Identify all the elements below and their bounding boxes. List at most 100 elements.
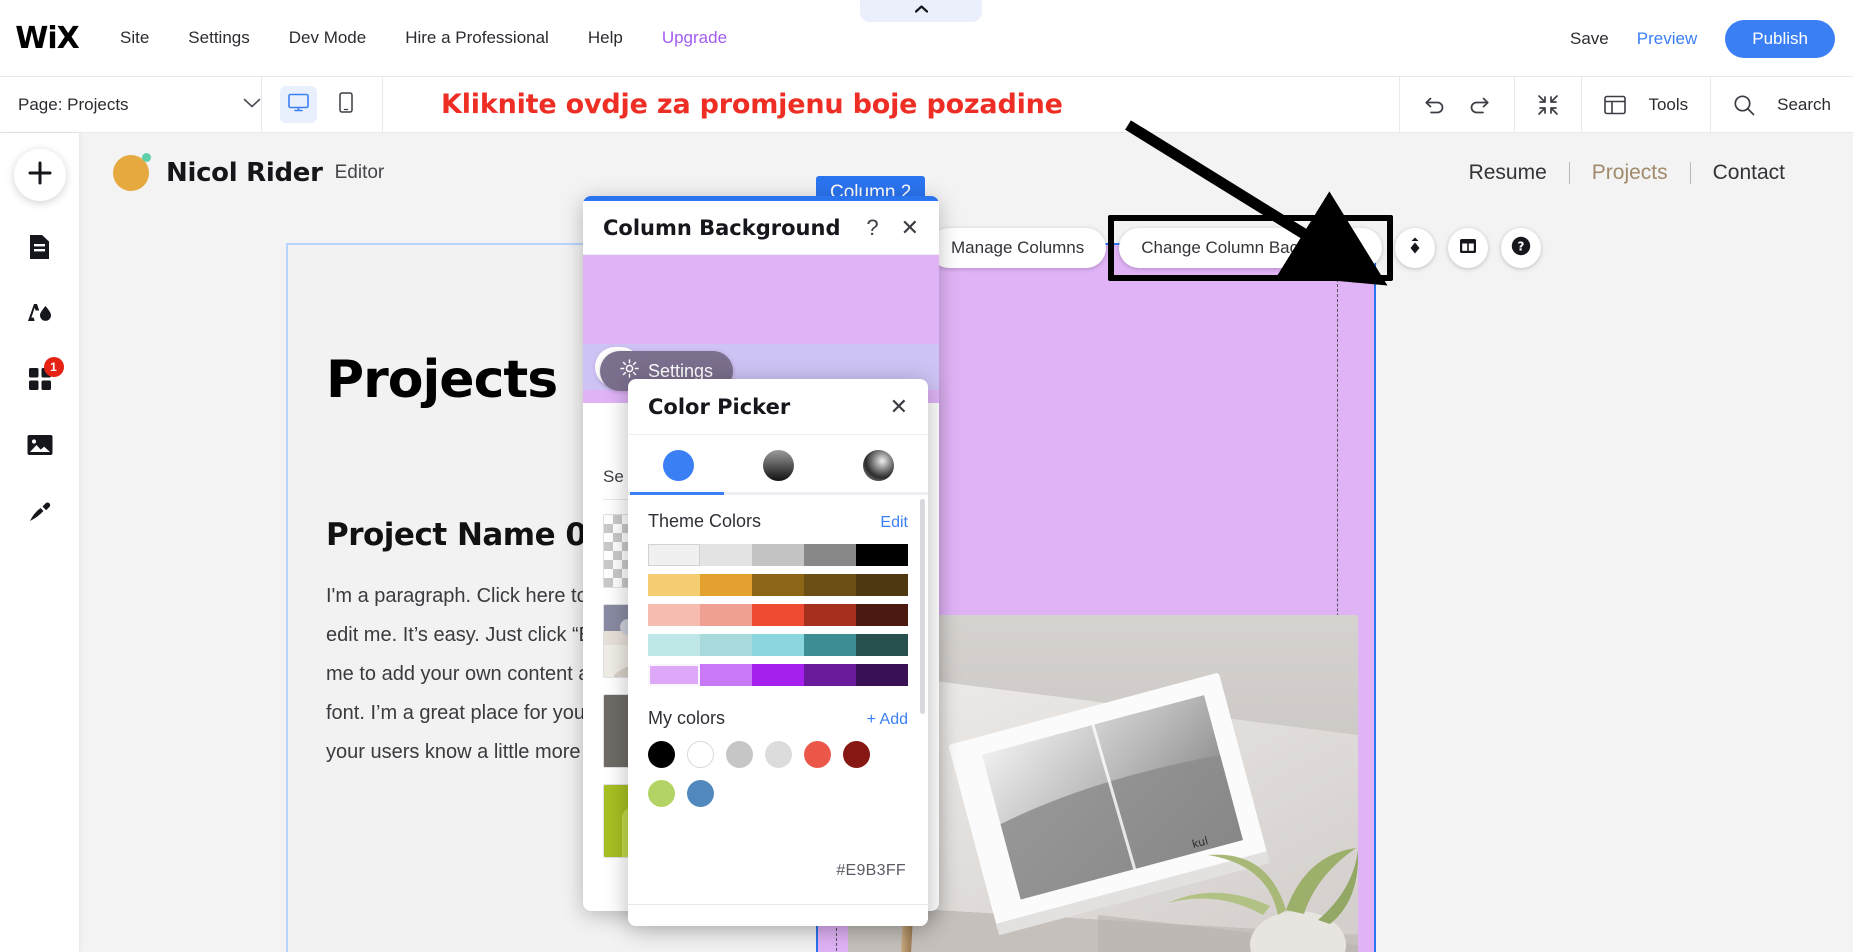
blog-pen-icon [27, 498, 53, 529]
plus-icon [27, 160, 53, 191]
wix-logo[interactable]: WiX [18, 23, 76, 53]
zoom-out-button[interactable] [1514, 77, 1581, 133]
my-color-swatch[interactable] [648, 741, 675, 768]
solid-color-tab[interactable] [628, 435, 728, 495]
theme-color-swatch[interactable] [648, 574, 700, 596]
sidebar-item-apps[interactable]: 1 [14, 355, 66, 407]
sidebar-item-pages[interactable] [14, 223, 66, 275]
my-colors-row: My colors + Add [648, 708, 908, 729]
theme-design-icon [25, 300, 55, 331]
search-button[interactable]: Search [1710, 77, 1853, 133]
tab-underline-active [630, 492, 724, 495]
help-button[interactable]: ? [1501, 228, 1541, 268]
collapse-toolbar-tab[interactable] [860, 0, 982, 22]
my-color-swatch[interactable] [726, 741, 753, 768]
site-nav-projects[interactable]: Projects [1570, 161, 1690, 185]
animation-icon [1405, 235, 1425, 262]
theme-color-swatch[interactable] [752, 664, 804, 686]
theme-color-swatch[interactable] [804, 664, 856, 686]
chevron-down-icon [243, 96, 261, 114]
linear-gradient-swatch-icon [763, 450, 794, 481]
radial-gradient-tab[interactable] [828, 435, 928, 495]
theme-color-swatch[interactable] [700, 574, 752, 596]
theme-color-swatch[interactable] [804, 544, 856, 566]
redo-icon[interactable] [1468, 94, 1492, 116]
add-element-button[interactable] [14, 149, 66, 201]
theme-color-swatch[interactable] [804, 574, 856, 596]
theme-color-swatch[interactable] [856, 574, 908, 596]
site-nav-resume[interactable]: Resume [1447, 161, 1569, 185]
my-colors-add-link[interactable]: + Add [867, 711, 908, 729]
mobile-view-button[interactable] [327, 86, 364, 123]
my-color-swatch[interactable] [843, 741, 870, 768]
theme-color-swatch[interactable] [648, 664, 700, 686]
close-icon[interactable]: ✕ [890, 394, 908, 420]
theme-color-swatch[interactable] [856, 634, 908, 656]
my-color-swatch[interactable] [765, 741, 792, 768]
linear-gradient-tab[interactable] [728, 435, 828, 495]
theme-color-swatch[interactable] [648, 634, 700, 656]
site-nav-contact[interactable]: Contact [1691, 161, 1807, 185]
topnav-item-site[interactable]: Site [120, 28, 149, 48]
color-picker-title: Color Picker [648, 395, 890, 419]
theme-color-swatch[interactable] [648, 544, 700, 566]
close-icon[interactable]: ✕ [901, 215, 919, 241]
theme-color-swatch[interactable] [752, 544, 804, 566]
site-navigation: Resume Projects Contact [1447, 161, 1807, 185]
theme-color-swatch[interactable] [700, 544, 752, 566]
topnav-item-settings[interactable]: Settings [188, 28, 249, 48]
view-mode-switch [262, 77, 383, 133]
my-color-swatch[interactable] [687, 741, 714, 768]
publish-button[interactable]: Publish [1725, 20, 1835, 58]
theme-color-swatch[interactable] [648, 604, 700, 626]
theme-color-swatch[interactable] [752, 634, 804, 656]
undo-icon[interactable] [1422, 94, 1446, 116]
theme-color-swatch[interactable] [856, 544, 908, 566]
topnav-item-dev-mode[interactable]: Dev Mode [289, 28, 366, 48]
animation-button[interactable] [1395, 228, 1435, 268]
editor-toolbar-actions: Tools Search [1399, 77, 1853, 133]
change-column-background-button[interactable]: Change Column Background [1119, 228, 1381, 268]
desktop-view-button[interactable] [280, 86, 317, 123]
editor-canvas[interactable]: Nicol Rider Editor Resume Projects Conta… [79, 133, 1853, 952]
page-selector[interactable]: Page: Projects [0, 77, 262, 133]
theme-color-swatch[interactable] [804, 634, 856, 656]
sidebar-item-media[interactable] [14, 421, 66, 473]
my-color-swatch[interactable] [687, 780, 714, 807]
my-colors-label: My colors [648, 708, 725, 729]
color-picker-header: Color Picker ✕ [628, 379, 928, 435]
color-picker-scrollbar[interactable] [920, 499, 925, 714]
online-status-dot [142, 153, 151, 162]
theme-color-swatch[interactable] [700, 664, 752, 686]
theme-color-swatch[interactable] [856, 604, 908, 626]
my-color-swatch[interactable] [804, 741, 831, 768]
my-color-swatch[interactable] [648, 780, 675, 807]
theme-color-swatch[interactable] [700, 634, 752, 656]
theme-color-row [648, 634, 908, 656]
manage-columns-button[interactable]: Manage Columns [929, 228, 1106, 268]
sidebar-item-blog[interactable] [14, 487, 66, 539]
svg-text:?: ? [1517, 239, 1524, 253]
tools-button[interactable]: Tools [1581, 77, 1710, 133]
page-title[interactable]: Projects [326, 350, 557, 410]
project-name-heading[interactable]: Project Name 0 [326, 517, 587, 553]
mobile-icon [339, 92, 353, 118]
topnav-item-hire-a-professional[interactable]: Hire a Professional [405, 28, 549, 48]
topnav-item-help[interactable]: Help [588, 28, 623, 48]
save-button[interactable]: Save [1570, 29, 1609, 49]
color-hex-value[interactable]: #E9B3FF [836, 862, 906, 880]
theme-color-swatch[interactable] [700, 604, 752, 626]
theme-color-swatch[interactable] [856, 664, 908, 686]
color-picker-panel[interactable]: Color Picker ✕ Theme Colors Edit My co [628, 379, 928, 926]
sidebar-item-theme-design[interactable] [14, 289, 66, 341]
preview-button[interactable]: Preview [1637, 29, 1697, 49]
theme-color-swatch[interactable] [752, 604, 804, 626]
theme-color-swatch[interactable] [804, 604, 856, 626]
apps-notification-badge: 1 [44, 357, 64, 377]
question-mark-icon[interactable]: ? [866, 215, 878, 241]
column-layout-button[interactable] [1448, 228, 1488, 268]
theme-colors-edit-link[interactable]: Edit [880, 514, 908, 532]
theme-colors-row: Theme Colors Edit [648, 511, 908, 532]
theme-color-swatch[interactable] [752, 574, 804, 596]
topnav-item-upgrade[interactable]: Upgrade [662, 28, 727, 48]
